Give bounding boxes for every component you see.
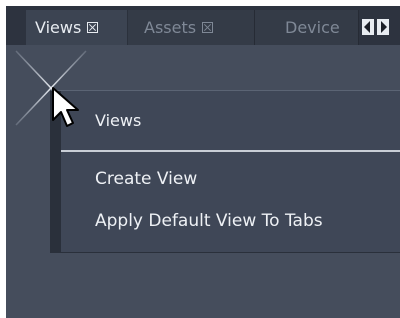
tab-views[interactable]: Views: [26, 10, 128, 45]
arrow-left-icon[interactable]: [362, 19, 374, 35]
tab-assets-close-icon[interactable]: [202, 22, 214, 33]
context-menu: Views Create View Apply Default View To …: [50, 90, 400, 253]
menu-item-create-view[interactable]: Create View: [95, 169, 197, 189]
tab-scroll-buttons: [362, 19, 389, 35]
tab-assets-label: Assets: [144, 18, 197, 37]
tab-device[interactable]: Device: [255, 10, 359, 45]
menu-separator: [61, 150, 400, 152]
tab-device-label: Device: [285, 18, 340, 37]
views-panel: Views Assets Device Views Create View Ap…: [6, 6, 400, 318]
tab-assets[interactable]: Assets: [128, 10, 255, 45]
tab-bar: Views Assets Device: [6, 6, 400, 45]
menu-item-apply-default-view[interactable]: Apply Default View To Tabs: [95, 211, 323, 231]
menu-header-views: Views: [95, 111, 142, 130]
arrow-right-icon[interactable]: [377, 19, 389, 35]
tab-views-close-icon[interactable]: [87, 22, 99, 33]
tab-views-label: Views: [35, 18, 82, 37]
mouse-pointer-icon: [52, 87, 79, 127]
